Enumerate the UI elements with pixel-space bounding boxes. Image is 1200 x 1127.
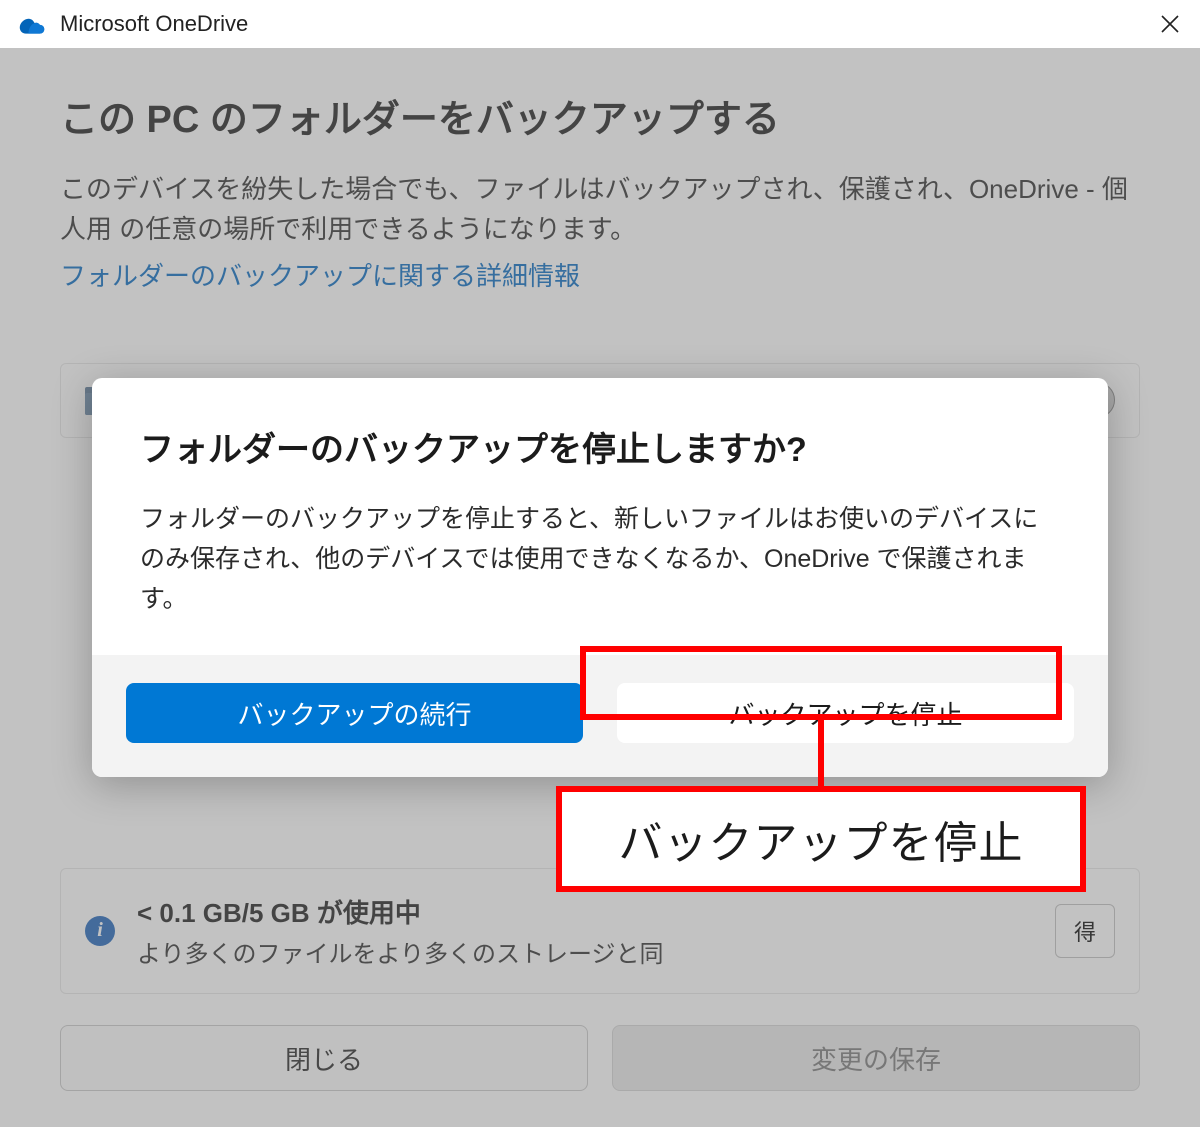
info-icon: i [85,916,115,946]
bottom-button-bar: 閉じる 変更の保存 [60,1025,1140,1091]
stop-backup-modal: フォルダーのバックアップを停止しますか? フォルダーのバックアップを停止すると、… [92,378,1108,777]
titlebar: Microsoft OneDrive [0,0,1200,48]
close-icon[interactable] [1140,0,1200,48]
page-description: このデバイスを紛失した場合でも、ファイルはバックアップされ、保護され、OneDr… [60,169,1140,250]
usage-title: < 0.1 GB/5 GB が使用中 [137,893,664,930]
modal-body: フォルダーのバックアップを停止しますか? フォルダーのバックアップを停止すると、… [92,378,1108,655]
save-changes-button[interactable]: 変更の保存 [612,1025,1140,1091]
highlight-callout: バックアップを停止 [556,786,1086,892]
usage-text: < 0.1 GB/5 GB が使用中 より多くのファイルをより多くのストレージと… [137,893,664,969]
learn-more-link[interactable]: フォルダーのバックアップに関する詳細情報 [60,256,580,293]
usage-subtitle: より多くのファイルをより多くのストレージと同 [137,934,664,969]
page-title: この PC のフォルダーをバックアップする [60,88,1140,143]
modal-actions: バックアップの続行 バックアップを停止 [92,655,1108,777]
onedrive-icon [18,10,46,38]
get-storage-button[interactable]: 得 [1055,904,1115,958]
continue-backup-button[interactable]: バックアップの続行 [126,683,583,743]
modal-title: フォルダーのバックアップを停止しますか? [140,422,1060,471]
stop-backup-button[interactable]: バックアップを停止 [617,683,1074,743]
window-title: Microsoft OneDrive [60,11,1140,37]
onedrive-window: Microsoft OneDrive この PC のフォルダーをバックアップする… [0,0,1200,1127]
modal-description: フォルダーのバックアップを停止すると、新しいファイルはお使いのデバイスにのみ保存… [140,499,1060,619]
callout-text: バックアップを停止 [619,807,1024,871]
close-button[interactable]: 閉じる [60,1025,588,1091]
